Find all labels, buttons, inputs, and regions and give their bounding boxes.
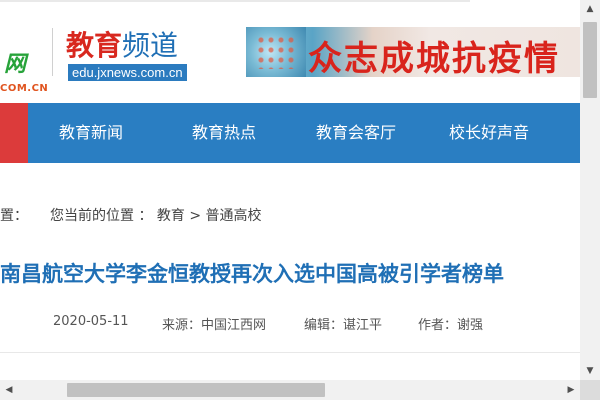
breadcrumb-separator: ： xyxy=(138,208,153,224)
channel-url[interactable]: edu.jxnews.com.cn xyxy=(68,64,187,81)
site-logo-char: 网 xyxy=(4,52,27,77)
top-divider xyxy=(0,0,470,2)
article-date: 2020-05-11 xyxy=(53,314,129,329)
horizontal-scroll-thumb[interactable] xyxy=(67,383,325,397)
scroll-left-arrow-icon[interactable]: ◀ xyxy=(0,380,18,400)
nav-item-principal-voice[interactable]: 校长好声音 xyxy=(449,103,529,163)
vertical-scrollbar[interactable]: ▲ ▼ xyxy=(580,0,600,380)
promo-banner[interactable]: 众志成城抗疫情 xyxy=(246,27,580,77)
scroll-down-arrow-icon[interactable]: ▼ xyxy=(580,362,600,380)
scroll-right-arrow-icon[interactable]: ▶ xyxy=(562,380,580,400)
article-title: 南昌航空大学李金恒教授再次入选中国高被引学者榜单 xyxy=(0,262,504,286)
nav-item-education-hot[interactable]: 教育热点 xyxy=(192,103,256,163)
channel-title[interactable]: 教育频道 xyxy=(66,24,178,64)
breadcrumb-level2-link[interactable]: 普通高校 xyxy=(206,208,262,224)
breadcrumb-separator: > xyxy=(189,208,202,224)
scrollbar-corner xyxy=(580,380,600,400)
channel-title-sub: 频道 xyxy=(122,29,179,62)
nav-item-education-news[interactable]: 教育新闻 xyxy=(59,103,123,163)
banner-decoration xyxy=(256,35,296,69)
article-editor: 编辑：谌江平 xyxy=(304,318,383,333)
article-source: 来源：中国江西网 xyxy=(162,318,267,333)
vertical-scroll-thumb[interactable] xyxy=(583,22,597,98)
site-logo-domain: COM.CN xyxy=(0,83,49,94)
nav-accent xyxy=(0,103,28,163)
breadcrumb-current-label: 您当前的位置 xyxy=(50,208,134,224)
breadcrumb: 置： 您当前的位置 ： 教育 > 普通高校 xyxy=(0,205,262,225)
page-viewport: 网 COM.CN 教育频道 edu.jxnews.com.cn 众志成城抗疫情 … xyxy=(0,0,580,380)
channel-title-main: 教育 xyxy=(66,29,123,62)
breadcrumb-prefix: 置： xyxy=(0,208,28,224)
scroll-up-arrow-icon[interactable]: ▲ xyxy=(580,0,600,18)
horizontal-scrollbar[interactable]: ◀ ▶ xyxy=(0,380,580,400)
main-nav: 教育新闻 教育热点 教育会客厅 校长好声音 xyxy=(0,103,580,163)
banner-text: 众志成城抗疫情 xyxy=(308,39,560,77)
nav-item-reception[interactable]: 教育会客厅 xyxy=(316,103,396,163)
logo-divider xyxy=(52,28,53,76)
meta-divider xyxy=(0,352,580,353)
article-author: 作者：谢强 xyxy=(418,318,484,333)
breadcrumb-level1-link[interactable]: 教育 xyxy=(157,208,185,224)
